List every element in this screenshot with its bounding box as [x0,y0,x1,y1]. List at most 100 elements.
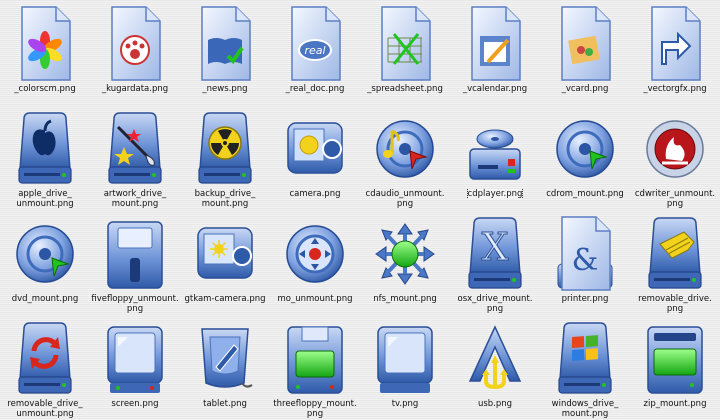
icon-filename-label: printer.png [561,294,609,304]
digital-camera-icon [194,214,256,292]
cd-writer-flame-icon [644,109,706,187]
icon-tile[interactable]: mo_unmount.png [270,210,360,315]
icon-filename-label: screen.png [111,399,159,409]
icon-tile[interactable]: artwork_drive_ mount.png [90,105,180,210]
icon-tile[interactable]: zip_mount.png [630,315,720,420]
icon-tile[interactable]: cdwriter_unmount. png [630,105,720,210]
icon-filename-label: artwork_drive_ mount.png [103,189,167,209]
icon-filename-label: cdwriter_unmount. png [634,189,716,209]
icon-filename-label: _spreadsheet.png [367,84,443,94]
icon-filename-label: removable_drive. png [638,294,712,314]
icon-filename-label: _vcalendar.png [462,84,528,94]
icon-tile[interactable]: removable_drive. png [630,210,720,315]
icon-filename-label: gtkam-camera.png [184,294,266,304]
icon-filename-label: camera.png [289,189,341,199]
icon-filename-label: _vcard.png [561,84,609,94]
icon-tile[interactable]: cdrom_mount.png [540,105,630,210]
icon-tile[interactable]: _colorscm.png [0,0,90,105]
audio-cd-icon [374,109,436,187]
icon-tile[interactable]: & printer.png [540,210,630,315]
color-pinwheel-icon [14,4,76,82]
windows-drive-icon [554,319,616,397]
network-share-icon [374,214,436,292]
zip-drive-icon [644,319,706,397]
printer-ampersand-icon: & [554,214,616,292]
icon-filename-label: dvd_mount.png [11,294,79,304]
icon-filename-label: nfs_mount.png [373,294,437,304]
calendar-pencil-icon [464,4,526,82]
contact-card-icon [554,4,616,82]
icon-filename-label: usb.png [477,399,513,409]
icon-tile[interactable]: camera.png [270,105,360,210]
icon-filename-label: cdplayer.png [466,189,524,199]
icon-tile[interactable]: cdplayer.png [450,105,540,210]
icon-grid: _colorscm.png _kugardata.png _news.png r… [0,0,720,420]
icon-filename-label: _colorscm.png [14,84,76,94]
magneto-optical-icon [284,214,346,292]
icon-filename-label: cdaudio_unmount. png [365,189,445,209]
paw-print-icon [104,4,166,82]
icon-tile[interactable]: apple_drive_ unmount.png [0,105,90,210]
icon-filename-label: _real_doc.png [285,84,345,94]
icon-filename-label: fivefloppy_unmount. png [91,294,179,314]
icon-filename-label: osx_drive_mount. png [457,294,533,314]
radiation-drive-icon [194,109,256,187]
real-media-icon: real [284,4,346,82]
icon-tile[interactable]: fivefloppy_unmount. png [90,210,180,315]
icon-tile[interactable]: _vcard.png [540,0,630,105]
icon-filename-label: apple_drive_ unmount.png [16,189,74,209]
icon-tile[interactable]: _kugardata.png [90,0,180,105]
icon-tile[interactable]: _vcalendar.png [450,0,540,105]
icon-tile[interactable]: usb.png [450,315,540,420]
icon-tile[interactable]: _news.png [180,0,270,105]
icon-tile[interactable]: threefloppy_mount. png [270,315,360,420]
graphics-tablet-icon [194,319,256,397]
icon-filename-label: mo_unmount.png [277,294,353,304]
icon-tile[interactable]: real _real_doc.png [270,0,360,105]
icon-filename-label: windows_drive_ mount.png [551,399,619,419]
book-check-icon [194,4,256,82]
usb-icon [464,319,526,397]
spreadsheet-icon [374,4,436,82]
icon-filename-label: threefloppy_mount. png [273,399,357,419]
icon-tile[interactable]: cdaudio_unmount. png [360,105,450,210]
vector-arrow-icon [644,4,706,82]
svg-text:X: X [481,225,508,269]
icon-filename-label: _news.png [202,84,248,94]
icon-tile[interactable]: gtkam-camera.png [180,210,270,315]
icon-tile[interactable]: _spreadsheet.png [360,0,450,105]
monitor-screen-icon [104,319,166,397]
icon-tile[interactable]: removable_drive_ unmount.png [0,315,90,420]
artwork-drive-icon [104,109,166,187]
refresh-drive-icon [14,319,76,397]
cdrom-icon [554,109,616,187]
icon-filename-label: cdrom_mount.png [546,189,624,199]
icon-tile[interactable]: backup_drive_ mount.png [180,105,270,210]
floppy-disk-icon [104,214,166,292]
apple-drive-icon [14,109,76,187]
icon-filename-label: _vectorgfx.png [643,84,707,94]
svg-text:real: real [304,44,325,57]
icon-tile[interactable]: windows_drive_ mount.png [540,315,630,420]
icon-tile[interactable]: dvd_mount.png [0,210,90,315]
icon-tile[interactable]: screen.png [90,315,180,420]
cd-player-icon [464,109,526,187]
icon-tile[interactable]: tv.png [360,315,450,420]
icon-filename-label: backup_drive_ mount.png [194,189,256,209]
icon-filename-label: removable_drive_ unmount.png [7,399,83,419]
camera-icon [284,109,346,187]
osx-x-icon: X [464,214,526,292]
icon-filename-label: tv.png [391,399,419,409]
removable-drive-hand-icon [644,214,706,292]
icon-filename-label: zip_mount.png [643,399,707,409]
icon-tile[interactable]: _vectorgfx.png [630,0,720,105]
icon-tile[interactable]: nfs_mount.png [360,210,450,315]
svg-text:&: & [572,243,599,278]
icon-filename-label: _kugardata.png [101,84,169,94]
tv-icon [374,319,436,397]
icon-tile[interactable]: Xosx_drive_mount. png [450,210,540,315]
floppy-3-icon [284,319,346,397]
icon-filename-label: tablet.png [203,399,247,409]
dvd-icon [14,214,76,292]
icon-tile[interactable]: tablet.png [180,315,270,420]
